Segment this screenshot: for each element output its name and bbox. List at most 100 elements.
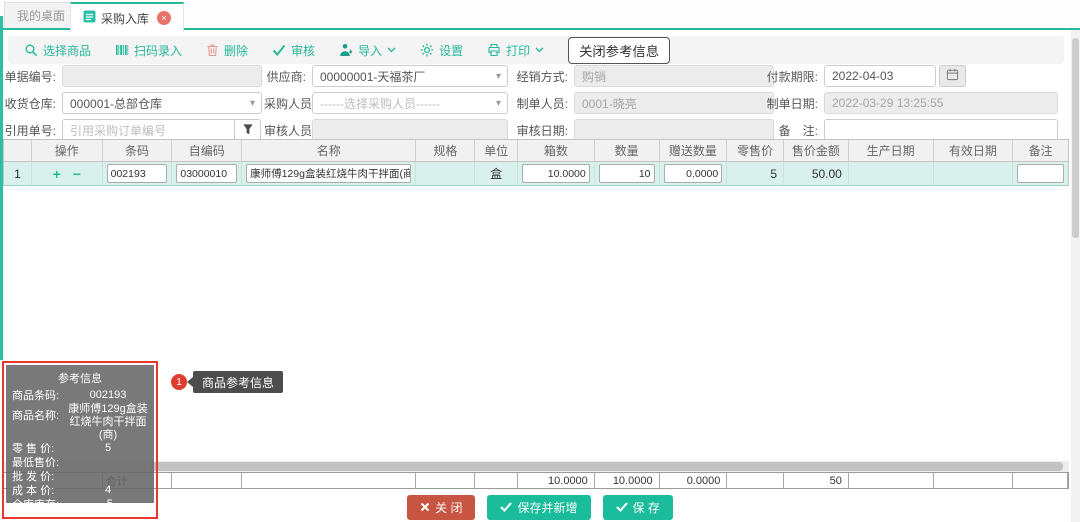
- trash-icon: [206, 43, 219, 57]
- buyer-select[interactable]: ------选择采购人员------▾: [312, 92, 508, 114]
- scrollbar-thumb[interactable]: [151, 462, 1063, 471]
- calendar-button[interactable]: [939, 65, 966, 87]
- col-boxes: 箱数: [518, 140, 595, 161]
- make-date-label: 制单日期:: [766, 95, 824, 112]
- import-button[interactable]: 导入: [339, 42, 396, 59]
- boxes-input[interactable]: 10.0000: [522, 164, 590, 183]
- barcode-icon: [115, 44, 129, 56]
- qty-input[interactable]: 10: [599, 164, 655, 183]
- select-product-button[interactable]: 选择商品: [24, 42, 91, 59]
- scan-entry-button[interactable]: 扫码录入: [115, 42, 182, 59]
- close-reference-info-button[interactable]: 关闭参考信息: [568, 37, 670, 64]
- supplier-select[interactable]: 00000001-天福茶厂▾: [312, 65, 508, 87]
- delete-button[interactable]: 删除: [206, 42, 248, 59]
- tab-purchase-inbound[interactable]: 采购入库 ×: [70, 2, 184, 32]
- buyer-label: 采购人员:: [264, 95, 312, 112]
- button-label: 保 存: [633, 499, 660, 516]
- check-icon: [272, 44, 286, 56]
- check-icon: [500, 501, 512, 515]
- name-input[interactable]: 康师傅129g盒装红烧牛肉干拌面(商): [246, 164, 411, 183]
- ref-row-wholesale: 批 发 价:: [8, 470, 152, 484]
- remark-input[interactable]: [824, 119, 1058, 141]
- toolbar: 选择商品 扫码录入 删除 审核 导入 设置 打印 关闭参考信息: [8, 36, 1064, 64]
- close-tab-icon[interactable]: ×: [157, 11, 171, 25]
- tab-my-desktop[interactable]: 我的桌面: [4, 2, 78, 28]
- scrollbar-thumb[interactable]: [1072, 38, 1079, 238]
- col-remark: 备注: [1013, 140, 1068, 161]
- import-user-icon: [339, 43, 353, 57]
- col-name: 名称: [242, 140, 416, 161]
- doc-no-field-group: 单据编号:: [4, 65, 262, 87]
- settings-button[interactable]: 设置: [420, 42, 463, 59]
- print-button[interactable]: 打印: [487, 42, 544, 59]
- reference-highlight-box: 参考信息 商品条码:002193 商品名称:康师傅129g盒装红烧牛肉干拌面(商…: [2, 361, 158, 519]
- ref-row-cost: 成 本 价:4: [8, 484, 152, 498]
- button-label: 选择商品: [43, 42, 91, 59]
- calendar-icon: [946, 68, 959, 84]
- tab-label: 我的桌面: [17, 7, 65, 24]
- filter-button[interactable]: [234, 119, 261, 141]
- prod-date-cell: [849, 162, 934, 185]
- ref-no-placeholder: 引用采购订单编号: [70, 122, 166, 139]
- printer-icon: [487, 43, 501, 57]
- retail-price-cell: 5: [727, 162, 784, 185]
- payment-due-label: 付款期限:: [766, 68, 824, 85]
- auditor-field-group: 审核人员:: [264, 119, 508, 141]
- left-scroll-strip: [0, 16, 3, 360]
- total-gift-qty: 0.0000: [660, 473, 728, 488]
- maker-field-group: 制单人员: 0001-晓亮: [516, 92, 774, 114]
- col-operation: 操作: [32, 140, 103, 161]
- ref-row-stock: 仓库库存:-5: [8, 498, 152, 512]
- ref-row-barcode: 商品条码:002193: [8, 389, 152, 403]
- total-qty: 10.0000: [595, 473, 660, 488]
- payment-due-input[interactable]: 2022-04-03: [824, 65, 936, 87]
- row-remark-input[interactable]: [1017, 164, 1064, 183]
- maker-input: 0001-晓亮: [574, 92, 774, 114]
- close-button[interactable]: 关 闭: [407, 495, 475, 520]
- col-gift-qty: 赠送数量: [660, 140, 728, 161]
- ref-row-retail: 零 售 价:5: [8, 442, 152, 456]
- doc-no-input: [62, 65, 262, 87]
- gift-qty-input[interactable]: 0.0000: [664, 164, 723, 183]
- warehouse-select[interactable]: 000001-总部仓库▾: [62, 92, 262, 114]
- valid-date-cell: [934, 162, 1014, 185]
- ref-no-input[interactable]: 引用采购订单编号: [62, 119, 234, 141]
- col-unit: 单位: [475, 140, 518, 161]
- remark-field-group: 备 注:: [766, 119, 1058, 141]
- make-date-input: 2022-03-29 13:25:55: [824, 92, 1058, 114]
- audit-button[interactable]: 审核: [272, 42, 315, 59]
- barcode-input[interactable]: 002193: [107, 164, 168, 183]
- save-and-new-button[interactable]: 保存并新增: [487, 495, 590, 520]
- chevron-down-icon: [535, 47, 544, 53]
- add-row-button[interactable]: +: [47, 166, 67, 182]
- close-icon: [420, 501, 430, 515]
- ref-no-field-group: 引用单号: 引用采购订单编号: [4, 119, 261, 141]
- col-barcode: 条码: [103, 140, 173, 161]
- check-icon: [616, 501, 628, 515]
- ref-no-label: 引用单号:: [4, 122, 62, 139]
- tab-bar: 我的桌面 采购入库 ×: [0, 0, 1080, 30]
- total-amount: 50: [784, 473, 849, 488]
- col-spec: 规格: [416, 140, 475, 161]
- horizontal-scrollbar[interactable]: [3, 461, 1069, 472]
- button-label: 保存并新增: [517, 499, 577, 516]
- warehouse-field-group: 收货仓库: 000001-总部仓库▾: [4, 92, 262, 114]
- annotation-badge: 1: [171, 374, 187, 390]
- button-label: 设置: [439, 42, 463, 59]
- ref-panel-title: 参考信息: [8, 368, 152, 389]
- vertical-scrollbar[interactable]: [1071, 30, 1080, 522]
- reference-info-panel: 参考信息 商品条码:002193 商品名称:康师傅129g盒装红烧牛肉干拌面(商…: [6, 365, 154, 503]
- purchase-inbound-page: 我的桌面 采购入库 × 选择商品 扫码录入 删除 审核 导入: [0, 0, 1080, 522]
- code-input[interactable]: 03000010: [176, 164, 237, 183]
- gear-icon: [420, 43, 434, 57]
- remove-row-button[interactable]: −: [67, 166, 87, 182]
- supplier-value: 00000001-天福茶厂: [320, 68, 425, 85]
- button-label: 扫码录入: [134, 42, 182, 59]
- col-prod-date: 生产日期: [849, 140, 934, 161]
- action-bar: 关 闭 保存并新增 保 存: [0, 495, 1080, 520]
- save-button[interactable]: 保 存: [603, 495, 673, 520]
- button-label: 导入: [358, 42, 382, 59]
- col-valid-date: 有效日期: [934, 140, 1014, 161]
- sales-mode-input: 购销: [574, 65, 774, 87]
- button-label: 关 闭: [435, 499, 462, 516]
